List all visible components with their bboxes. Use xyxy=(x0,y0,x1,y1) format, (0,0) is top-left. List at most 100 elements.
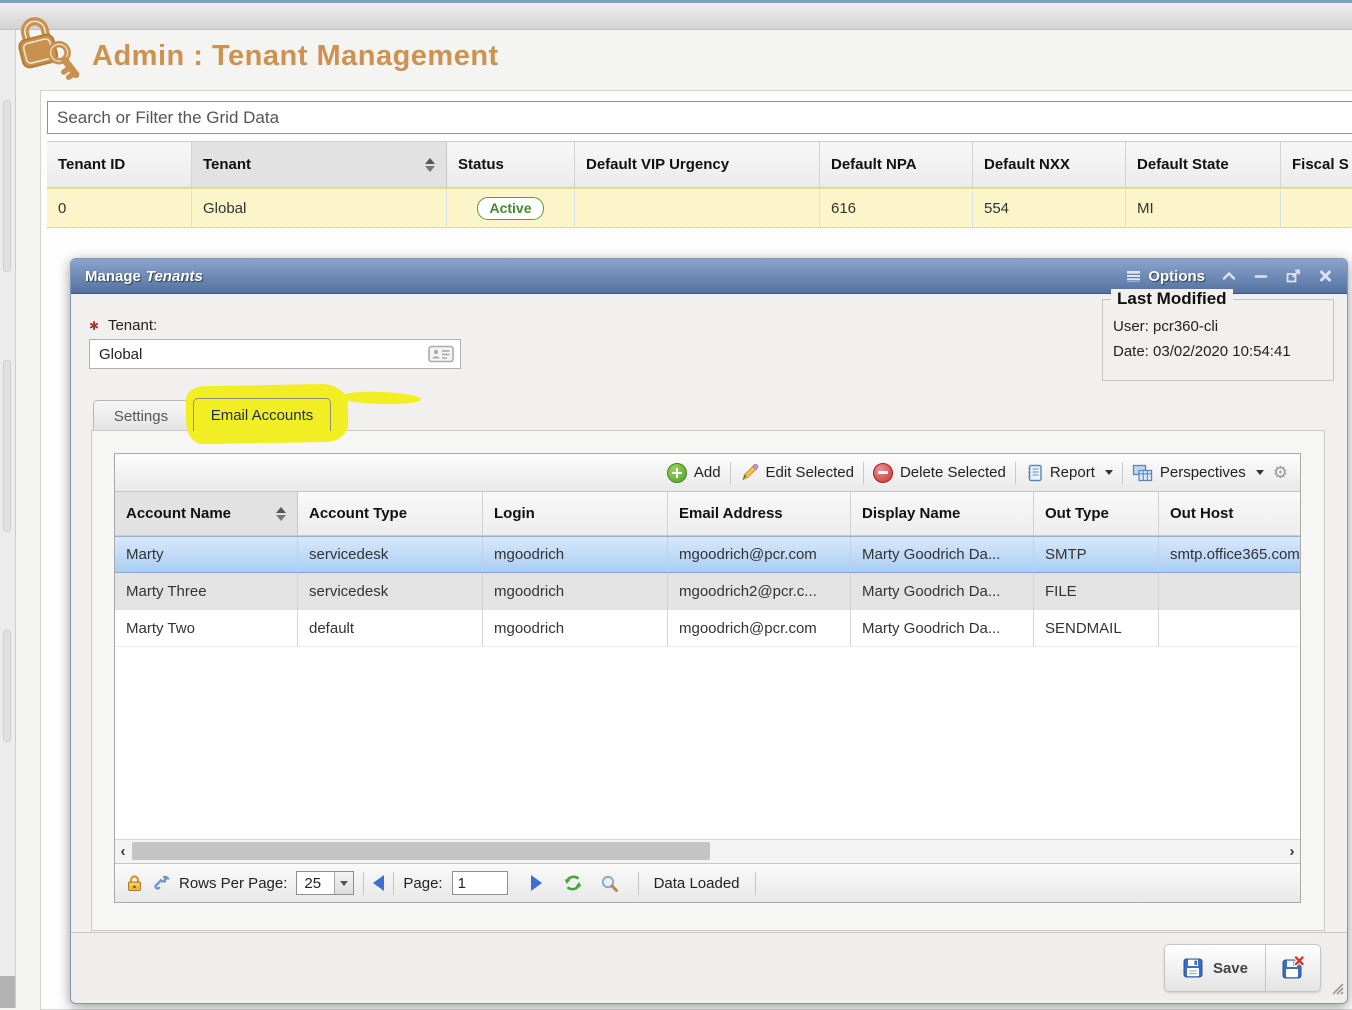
options-button[interactable]: Options xyxy=(1126,268,1205,285)
resize-grip[interactable] xyxy=(1328,979,1344,1000)
column-header-login[interactable]: Login xyxy=(483,492,668,535)
dialog-footer: Save xyxy=(71,932,1347,1003)
add-button[interactable]: Add xyxy=(667,463,721,483)
options-grid-icon xyxy=(1126,270,1141,283)
account-row-marty-three[interactable]: Marty Three servicedesk mgoodrich mgoodr… xyxy=(115,573,1300,610)
save-button[interactable]: Save xyxy=(1165,945,1265,991)
grid-search-input[interactable] xyxy=(47,101,1352,134)
top-chrome-band xyxy=(0,3,1352,30)
page-number-input[interactable] xyxy=(452,871,508,895)
cell-out-host xyxy=(1159,610,1300,646)
cell-email: mgoodrich@pcr.com xyxy=(668,610,851,646)
scroll-left-icon[interactable]: ‹ xyxy=(115,841,131,861)
horizontal-scrollbar[interactable]: ‹ › xyxy=(115,839,1300,863)
page-label: Page: xyxy=(403,875,442,892)
left-panel-edge xyxy=(0,30,16,1008)
grid-empty-area xyxy=(115,647,1300,839)
cell-out-type: FILE xyxy=(1034,573,1159,610)
wrench-icon[interactable] xyxy=(152,874,170,892)
cell-display-name: Marty Goodrich Da... xyxy=(851,537,1034,572)
column-header-account-name[interactable]: Account Name xyxy=(115,492,298,535)
manage-tenants-dialog: ManageTenants Options xyxy=(70,258,1348,1004)
save-and-close-button[interactable] xyxy=(1265,945,1320,991)
scrollbar-thumb[interactable] xyxy=(132,842,710,860)
gear-icon[interactable]: ⚙ xyxy=(1273,464,1288,481)
column-header-default-vip-urgency[interactable]: Default VIP Urgency xyxy=(575,142,820,187)
cell-default-nxx: 554 xyxy=(973,189,1126,227)
pager-status-text: Data Loaded xyxy=(654,875,740,892)
pager-separator xyxy=(393,872,394,895)
tenant-input[interactable]: Global xyxy=(89,339,461,369)
tab-settings[interactable]: Settings xyxy=(93,400,189,431)
dropdown-caret-icon xyxy=(1256,470,1264,475)
save-close-disk-icon xyxy=(1281,956,1305,980)
column-header-out-host[interactable]: Out Host xyxy=(1159,492,1300,535)
accounts-header-row: Account Name Account Type Login Email Ad… xyxy=(115,492,1300,536)
cell-out-type: SENDMAIL xyxy=(1034,610,1159,646)
delete-selected-button[interactable]: Delete Selected xyxy=(873,463,1006,483)
scroll-right-icon[interactable]: › xyxy=(1284,841,1300,861)
account-row-marty-two[interactable]: Marty Two default mgoodrich mgoodrich@pc… xyxy=(115,610,1300,647)
toolbar-separator xyxy=(730,462,731,484)
last-modified-legend: Last Modified xyxy=(1111,289,1233,309)
cell-login: mgoodrich xyxy=(483,537,668,572)
tenant-row-global[interactable]: 0 Global Active 616 554 MI xyxy=(47,188,1352,228)
sort-icon xyxy=(417,158,435,172)
column-header-default-state[interactable]: Default State xyxy=(1126,142,1281,187)
cell-login: mgoodrich xyxy=(483,610,668,646)
column-header-tenant-id[interactable]: Tenant ID xyxy=(47,142,192,187)
cell-out-host xyxy=(1159,573,1300,610)
next-page-icon[interactable] xyxy=(531,875,542,891)
grid-pager-bar: Rows Per Page: 25 Page: xyxy=(115,863,1300,902)
highlight-annotation-streak xyxy=(341,391,421,405)
column-header-fiscal[interactable]: Fiscal S xyxy=(1281,142,1352,187)
tab-email-accounts[interactable]: Email Accounts xyxy=(193,398,331,431)
cell-email: mgoodrich2@pcr.c... xyxy=(668,573,851,610)
cell-display-name: Marty Goodrich Da... xyxy=(851,610,1034,646)
close-icon[interactable] xyxy=(1317,269,1333,283)
cell-account-name: Marty xyxy=(115,537,298,572)
edit-selected-button[interactable]: Edit Selected xyxy=(740,463,854,482)
left-edge-segment xyxy=(3,360,11,532)
tenant-picker-button[interactable] xyxy=(424,342,458,366)
column-header-status[interactable]: Status xyxy=(447,142,575,187)
cell-account-name: Marty Two xyxy=(115,610,298,646)
column-header-default-npa[interactable]: Default NPA xyxy=(820,142,973,187)
pager-separator xyxy=(638,872,639,895)
dropdown-caret-icon xyxy=(1105,470,1113,475)
refresh-icon[interactable] xyxy=(563,874,583,892)
cell-account-type: servicedesk xyxy=(298,537,483,572)
last-modified-date: Date: 03/02/2020 10:54:41 xyxy=(1113,339,1323,364)
cell-account-name: Marty Three xyxy=(115,573,298,610)
report-button[interactable]: Report xyxy=(1025,464,1113,482)
previous-page-icon[interactable] xyxy=(373,875,384,891)
cell-login: mgoodrich xyxy=(483,573,668,610)
cell-default-state: MI xyxy=(1126,189,1281,227)
status-badge: Active xyxy=(477,197,543,220)
perspectives-icon xyxy=(1132,464,1153,482)
popout-icon[interactable] xyxy=(1285,269,1301,283)
column-header-display-name[interactable]: Display Name xyxy=(851,492,1034,535)
lock-icon[interactable] xyxy=(126,874,143,892)
rows-per-page-select[interactable]: 25 xyxy=(296,871,354,895)
cell-out-host: smtp.office365.com xyxy=(1159,537,1300,572)
left-edge-segment xyxy=(3,100,11,272)
magnifier-icon[interactable] xyxy=(600,874,619,893)
cell-status: Active xyxy=(447,189,575,227)
toolbar-separator xyxy=(1015,462,1016,484)
email-accounts-grid: Add Edit Selected Delete S xyxy=(114,453,1301,903)
perspectives-button[interactable]: Perspectives xyxy=(1132,464,1264,482)
account-row-marty[interactable]: Marty servicedesk mgoodrich mgoodrich@pc… xyxy=(115,536,1300,573)
select-arrow-icon xyxy=(334,872,353,894)
column-header-default-nxx[interactable]: Default NXX xyxy=(973,142,1126,187)
minimize-icon[interactable] xyxy=(1253,269,1269,283)
cell-account-type: servicedesk xyxy=(298,573,483,610)
collapse-icon[interactable] xyxy=(1221,269,1237,283)
grid-toolbar: Add Edit Selected Delete S xyxy=(115,454,1300,492)
column-header-email-address[interactable]: Email Address xyxy=(668,492,851,535)
pager-separator xyxy=(363,872,364,895)
column-header-account-type[interactable]: Account Type xyxy=(298,492,483,535)
column-header-tenant[interactable]: Tenant xyxy=(192,142,447,187)
column-header-out-type[interactable]: Out Type xyxy=(1034,492,1159,535)
sort-icon xyxy=(268,507,286,521)
